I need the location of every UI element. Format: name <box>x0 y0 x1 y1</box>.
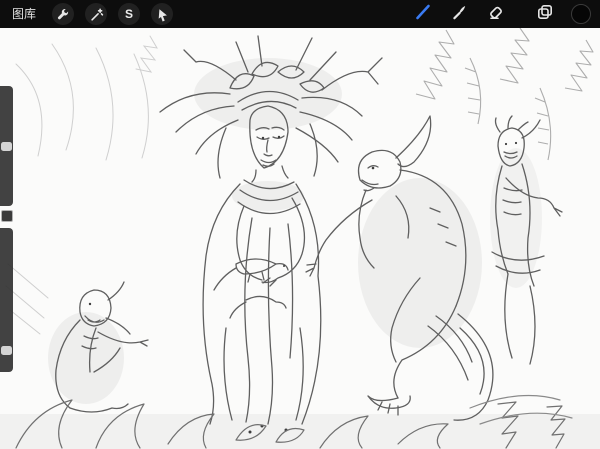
actions-button[interactable] <box>52 3 74 25</box>
layers-button[interactable] <box>533 2 557 26</box>
smudge-tool-button[interactable] <box>447 2 471 26</box>
magic-wand-icon <box>89 7 104 22</box>
top-toolbar: 图库 S <box>0 0 600 28</box>
color-swatch[interactable] <box>571 4 591 24</box>
brush-size-handle[interactable] <box>1 142 12 151</box>
adjustments-button[interactable] <box>85 3 107 25</box>
opacity-slider[interactable] <box>0 228 13 372</box>
brush-stroke-icon <box>414 3 432 26</box>
cursor-arrow-icon <box>155 7 170 22</box>
wrench-icon <box>56 7 71 22</box>
artwork-sketch <box>0 28 600 449</box>
eraser-icon <box>487 3 504 25</box>
transform-button[interactable] <box>151 3 173 25</box>
right-tool-group <box>399 2 600 26</box>
canvas[interactable] <box>0 28 600 449</box>
layers-icon <box>536 3 554 26</box>
brush-size-slider[interactable] <box>0 86 13 206</box>
gallery-button[interactable]: 图库 <box>6 0 42 28</box>
opacity-handle[interactable] <box>1 346 12 355</box>
smudge-brush-icon <box>451 3 468 25</box>
sidebar <box>0 86 15 374</box>
sidebar-modify-button[interactable] <box>1 210 13 222</box>
eraser-tool-button[interactable] <box>483 2 507 26</box>
s-glyph-icon: S <box>125 7 133 21</box>
selection-button[interactable]: S <box>118 3 140 25</box>
paint-tool-button[interactable] <box>411 2 435 26</box>
